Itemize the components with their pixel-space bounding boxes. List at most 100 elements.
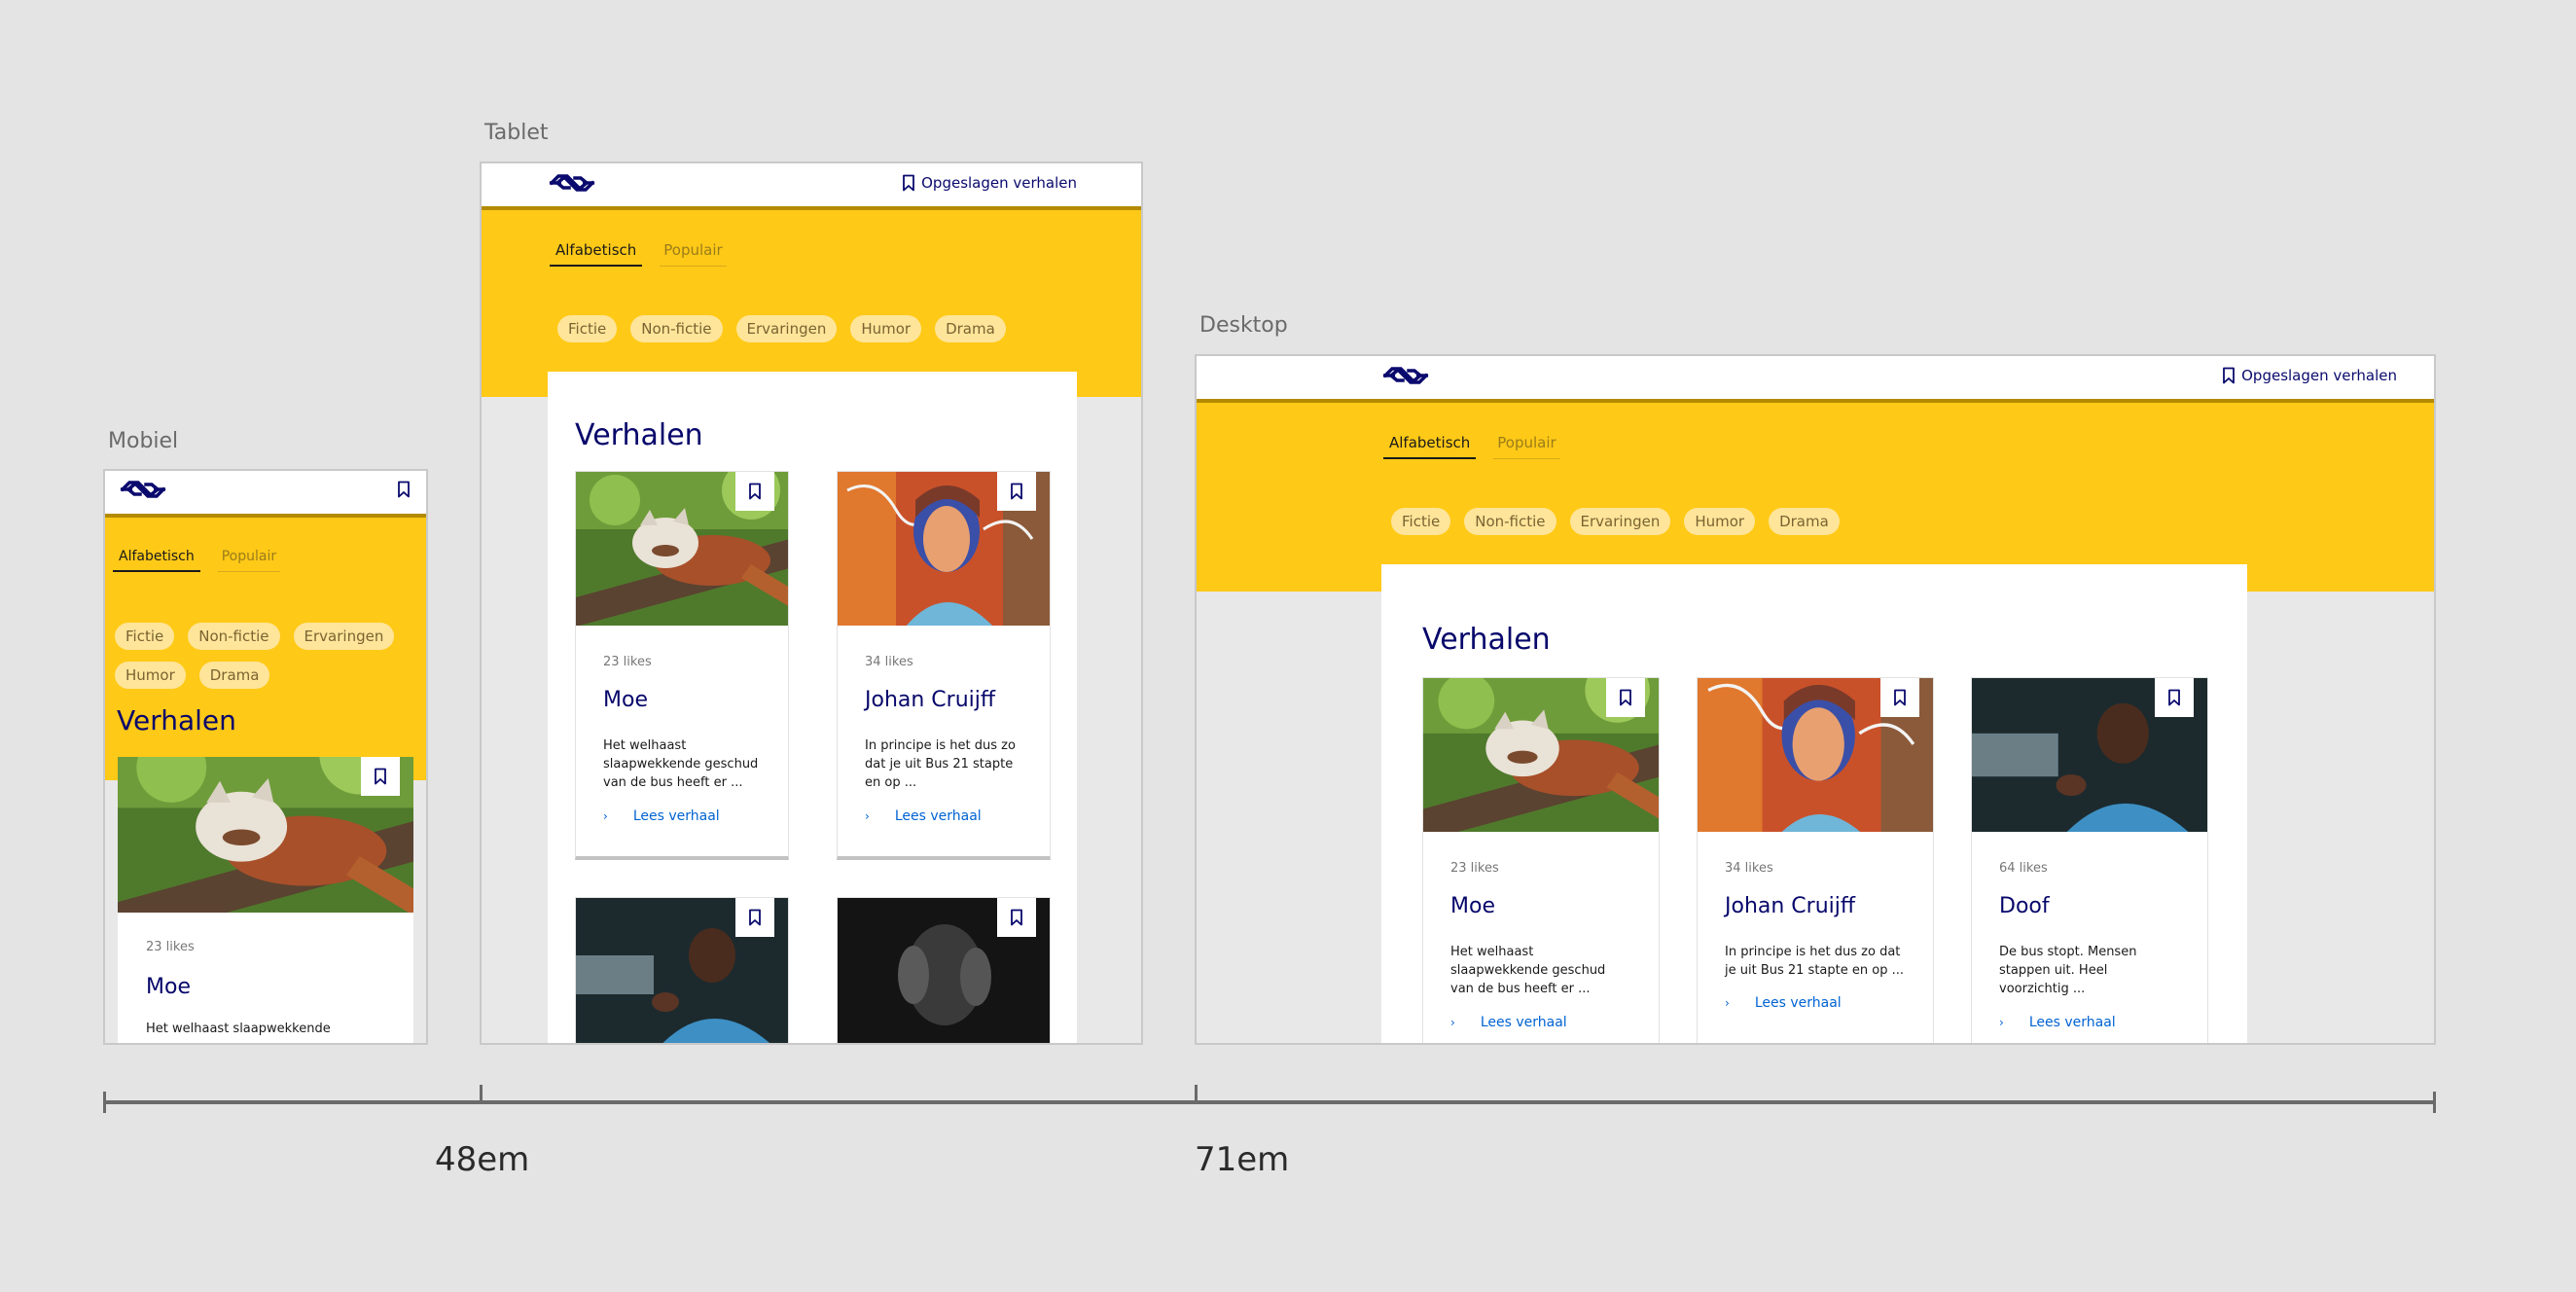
filter-chip[interactable]: Non-fictie xyxy=(630,315,723,342)
story-card[interactable]: 34 likes Johan Cruijff In principe is he… xyxy=(837,471,1051,860)
filter-chips: Fictie Non-fictie Ervaringen Humor Drama xyxy=(115,623,407,689)
content-panel: Verhalen 23 likes Moe Het welhaast slaap… xyxy=(548,372,1077,1043)
bookmark-icon xyxy=(1619,689,1632,706)
likes-count: 23 likes xyxy=(146,940,195,954)
filter-chip[interactable]: Non-fictie xyxy=(1464,508,1556,535)
filter-chip[interactable]: Drama xyxy=(935,315,1006,342)
chevron-right-icon: › xyxy=(603,809,608,823)
tab-alphabetical[interactable]: Alfabetisch xyxy=(550,241,643,267)
filter-chip[interactable]: Non-fictie xyxy=(188,623,280,650)
story-excerpt: De bus stopt. Mensen stappen uit. Heel v… xyxy=(1999,945,2137,996)
read-story-link[interactable]: › Lees verhaal xyxy=(1725,995,1842,1011)
filter-chip[interactable]: Humor xyxy=(1684,508,1756,535)
story-excerpt: Het welhaast slaapwekkende xyxy=(146,1022,331,1036)
tab-alphabetical[interactable]: Alfabetisch xyxy=(1383,434,1477,459)
bookmark-button[interactable] xyxy=(2155,678,2194,717)
filter-chip[interactable]: Ervaringen xyxy=(293,623,395,650)
story-card[interactable] xyxy=(575,897,789,1043)
bookmark-button[interactable] xyxy=(361,757,400,796)
bookmark-icon xyxy=(374,768,387,785)
story-title[interactable]: Johan Cruijff xyxy=(865,688,995,712)
story-title[interactable]: Doof xyxy=(1999,894,2050,918)
page-title: Verhalen xyxy=(575,418,703,452)
ruler-tick xyxy=(103,1092,106,1113)
read-story-label: Lees verhaal xyxy=(632,808,720,824)
frame-label-mobile: Mobiel xyxy=(108,429,179,453)
likes-count: 34 likes xyxy=(1725,861,1773,876)
story-excerpt: In principe is het dus zo dat je uit Bus… xyxy=(1725,945,1904,978)
mobile-frame: Alfabetisch Populair Fictie Non-fictie E… xyxy=(103,469,428,1045)
bookmark-icon xyxy=(748,483,762,500)
chevron-right-icon: › xyxy=(1725,996,1730,1010)
read-story-link[interactable]: › Lees verhaal xyxy=(603,808,720,824)
bookmark-button[interactable] xyxy=(735,898,774,937)
saved-stories-button[interactable]: Opgeslagen verhalen xyxy=(2222,367,2397,384)
filter-chip[interactable]: Drama xyxy=(198,662,270,689)
story-card[interactable]: 23 likes Moe Het welhaast slaapwekkende xyxy=(118,757,413,1043)
bookmark-button[interactable] xyxy=(997,472,1036,511)
saved-stories-button[interactable]: Opgeslagen verhalen xyxy=(902,174,1077,192)
story-card[interactable]: 34 likes Johan Cruijff In principe is he… xyxy=(1697,677,1934,1043)
page-title: Verhalen xyxy=(117,704,236,736)
tablet-frame: Opgeslagen verhalen Alfabetisch Populair… xyxy=(480,162,1143,1045)
bookmark-button[interactable] xyxy=(997,898,1036,937)
read-story-link[interactable]: › Lees verhaal xyxy=(865,808,982,824)
story-excerpt: Het welhaast slaapwekkende geschud van d… xyxy=(603,738,759,790)
breakpoint-label-desktop: 71em xyxy=(1195,1140,1290,1179)
tab-alphabetical[interactable]: Alfabetisch xyxy=(113,549,200,572)
filter-chips: Fictie Non-fictie Ervaringen Humor Drama xyxy=(557,315,1006,342)
read-story-link[interactable]: › Lees verhaal xyxy=(1450,1015,1567,1030)
story-card[interactable]: 64 likes Doof De bus stopt. Mensen stapp… xyxy=(1971,677,2208,1043)
bookmark-button[interactable] xyxy=(1880,678,1919,717)
breakpoint-ruler xyxy=(103,1100,2436,1104)
ns-logo-icon[interactable] xyxy=(119,479,167,500)
ruler-tick xyxy=(480,1085,483,1102)
filter-chip[interactable]: Drama xyxy=(1769,508,1840,535)
story-title[interactable]: Moe xyxy=(603,688,648,712)
story-card[interactable]: 23 likes Moe Het welhaast slaapwekkende … xyxy=(575,471,789,860)
sort-tabs: Alfabetisch Populair xyxy=(1383,434,1560,459)
tab-popular[interactable]: Populair xyxy=(1493,434,1560,459)
story-title[interactable]: Moe xyxy=(1450,894,1495,918)
story-title[interactable]: Moe xyxy=(146,975,191,999)
read-story-label: Lees verhaal xyxy=(1480,1015,1567,1030)
filter-chip[interactable]: Fictie xyxy=(557,315,618,342)
bookmark-button[interactable] xyxy=(735,472,774,511)
chevron-right-icon: › xyxy=(1999,1016,2004,1029)
story-excerpt: In principe is het dus zo dat je uit Bus… xyxy=(865,738,1016,790)
site-header: Opgeslagen verhalen xyxy=(1197,356,2434,403)
read-story-label: Lees verhaal xyxy=(894,808,982,824)
filter-chip[interactable]: Fictie xyxy=(115,623,175,650)
ns-logo-icon[interactable] xyxy=(548,172,596,194)
ns-logo-icon[interactable] xyxy=(1381,365,1430,386)
bookmark-button[interactable] xyxy=(1606,678,1645,717)
story-card[interactable]: 23 likes Moe Het welhaast slaapwekkende … xyxy=(1422,677,1660,1043)
filter-chip[interactable]: Ervaringen xyxy=(735,315,838,342)
saved-stories-label: Opgeslagen verhalen xyxy=(921,174,1077,192)
desktop-frame: Opgeslagen verhalen Alfabetisch Populair… xyxy=(1195,354,2436,1045)
breakpoint-label-tablet: 48em xyxy=(435,1140,530,1179)
filter-chip[interactable]: Ervaringen xyxy=(1569,508,1671,535)
read-story-link[interactable]: › Lees verhaal xyxy=(1999,1015,2116,1030)
bookmark-icon xyxy=(902,174,915,192)
tab-popular[interactable]: Populair xyxy=(660,241,727,267)
filter-chip[interactable]: Humor xyxy=(115,662,186,689)
saved-stories-button[interactable] xyxy=(397,481,411,498)
filter-chip[interactable]: Fictie xyxy=(1391,508,1451,535)
read-story-label: Lees verhaal xyxy=(1754,995,1842,1011)
site-header xyxy=(105,471,426,518)
chevron-right-icon: › xyxy=(1450,1016,1455,1029)
saved-stories-label: Opgeslagen verhalen xyxy=(2241,367,2397,384)
bookmark-icon xyxy=(1893,689,1907,706)
story-title[interactable]: Johan Cruijff xyxy=(1725,894,1855,918)
bookmark-icon xyxy=(748,909,762,926)
bookmark-icon xyxy=(2167,689,2181,706)
likes-count: 64 likes xyxy=(1999,861,2048,876)
read-story-label: Lees verhaal xyxy=(2028,1015,2116,1030)
tab-popular[interactable]: Populair xyxy=(217,549,281,572)
filter-chip[interactable]: Humor xyxy=(850,315,922,342)
likes-count: 23 likes xyxy=(603,655,652,669)
page-title: Verhalen xyxy=(1422,623,1551,657)
filter-chips: Fictie Non-fictie Ervaringen Humor Drama xyxy=(1391,508,1840,535)
story-card[interactable] xyxy=(837,897,1051,1043)
